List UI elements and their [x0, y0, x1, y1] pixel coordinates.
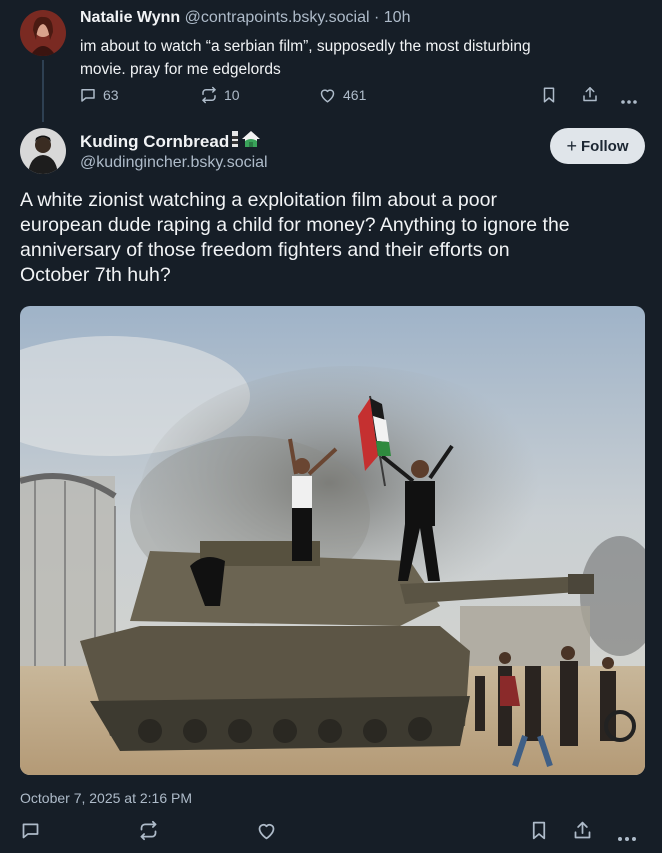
reply-icon: [79, 86, 97, 104]
parent-post-text: im about to watch “a serbian film”, supp…: [80, 35, 531, 81]
main-bookmark-button[interactable]: [530, 820, 548, 846]
share-icon: [572, 821, 593, 845]
repost-count: 10: [224, 87, 240, 103]
thread-connector-line: [42, 60, 44, 122]
parent-like-button[interactable]: 461: [318, 86, 366, 104]
more-icon: [620, 92, 638, 109]
main-post-text: A white zionist watching a exploitation …: [20, 188, 650, 288]
main-repost-button[interactable]: [138, 820, 159, 846]
bookmark-icon: [530, 821, 548, 845]
follow-label: Follow: [581, 137, 629, 155]
parent-post-text-line: movie. pray for me edgelords: [80, 61, 281, 78]
house-emoji-icon: [241, 130, 261, 153]
post-timestamp[interactable]: October 7, 2025 at 2:16 PM: [20, 790, 192, 806]
parent-repost-button[interactable]: 10: [200, 86, 240, 104]
parent-post-text-line: im about to watch “a serbian film”, supp…: [80, 38, 531, 55]
main-reply-button[interactable]: [20, 820, 41, 846]
parent-more-button[interactable]: [620, 92, 638, 110]
main-author-handle[interactable]: @kudingincher.bsky.social: [80, 154, 268, 172]
repost-icon: [138, 820, 159, 845]
main-post-text-line: A white zionist watching a exploitation …: [20, 189, 497, 211]
parent-post-header: Natalie Wynn @contrapoints.bsky.social ·…: [80, 9, 410, 27]
reply-count: 63: [103, 87, 119, 103]
follow-button[interactable]: + Follow: [550, 128, 645, 164]
bookmark-icon: [541, 87, 557, 108]
main-share-button[interactable]: [572, 820, 593, 846]
more-icon: [617, 829, 637, 846]
post-image[interactable]: [20, 306, 645, 775]
header-separator: ·: [374, 9, 380, 26]
main-author-name[interactable]: Kuding Cornbread: [80, 132, 229, 152]
heart-icon: [318, 86, 337, 104]
repost-icon: [200, 86, 218, 104]
like-count: 461: [343, 87, 367, 103]
flag-emoji-icon: [231, 130, 239, 153]
main-post-text-line: anniversary of those freedom fighters an…: [20, 239, 510, 261]
parent-author-name[interactable]: Natalie Wynn: [80, 9, 180, 26]
kuding-avatar[interactable]: [20, 128, 66, 174]
plus-icon: +: [566, 135, 577, 156]
parent-reply-button[interactable]: 63: [79, 86, 119, 104]
parent-share-button[interactable]: [581, 85, 599, 109]
main-more-button[interactable]: [617, 829, 637, 847]
main-post-text-line: european dude raping a child for money? …: [20, 214, 570, 236]
natalie-avatar[interactable]: [20, 10, 66, 56]
reply-icon: [20, 823, 41, 845]
parent-post-time[interactable]: 10h: [384, 9, 411, 26]
share-icon: [581, 87, 599, 108]
main-author-name-row: Kuding Cornbread: [80, 130, 261, 153]
heart-icon: [256, 823, 277, 845]
main-like-button[interactable]: [256, 820, 277, 846]
parent-author-handle[interactable]: @contrapoints.bsky.social: [185, 9, 370, 26]
main-post-text-line: October 7th huh?: [20, 264, 171, 286]
parent-bookmark-button[interactable]: [541, 86, 557, 109]
